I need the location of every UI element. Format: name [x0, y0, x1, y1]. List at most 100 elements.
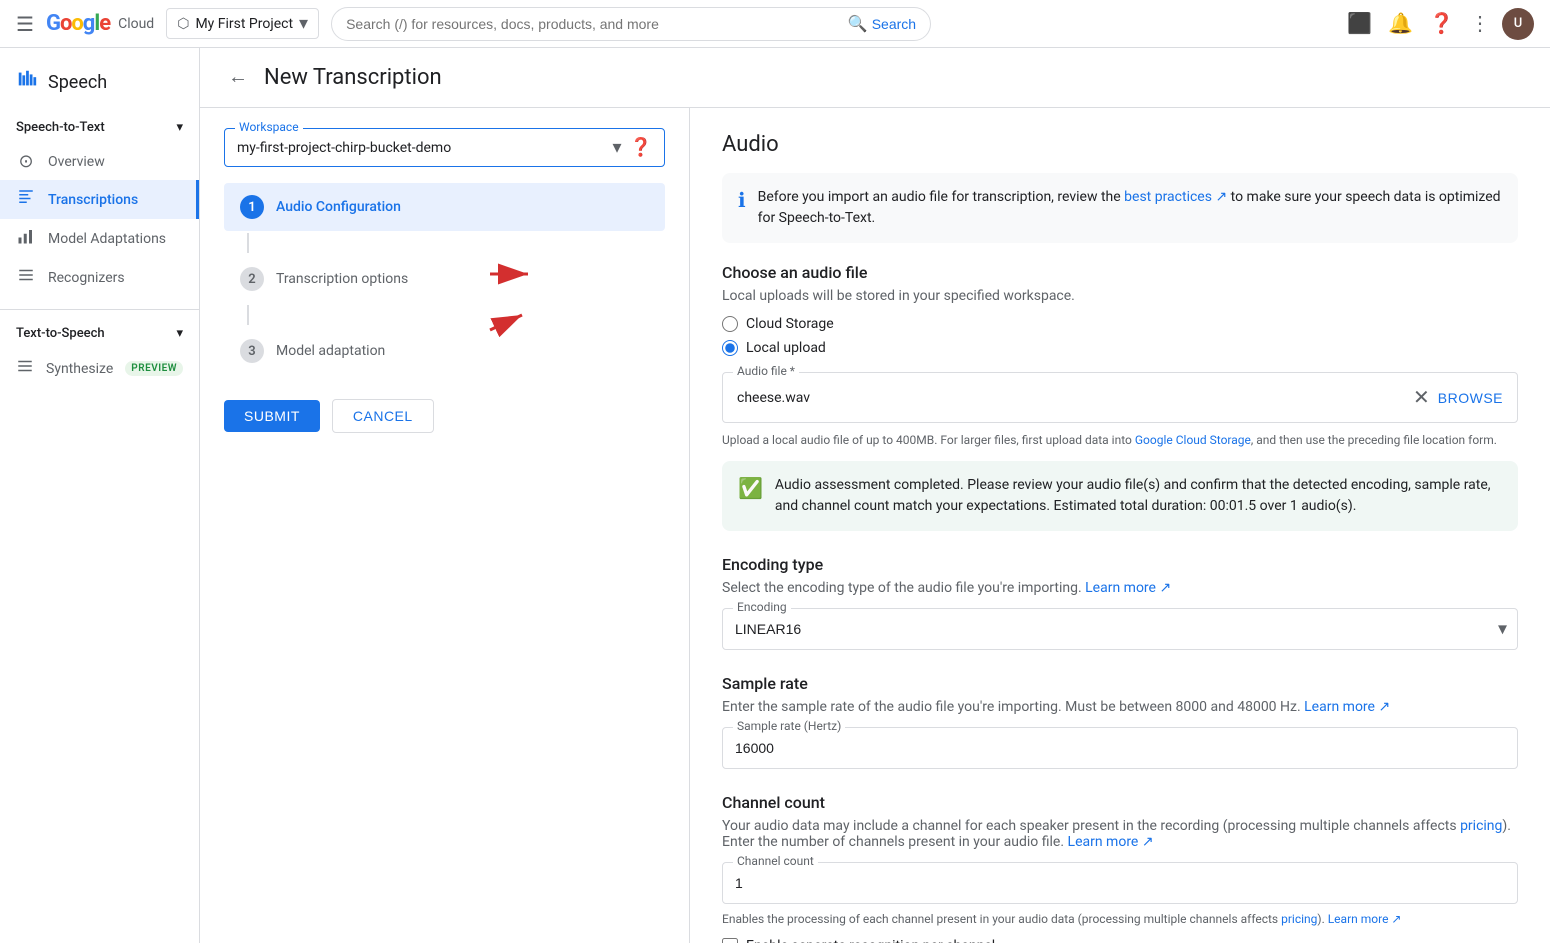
- sample-rate-section: Sample rate Enter the sample rate of the…: [722, 674, 1518, 769]
- model-adaptations-icon: [16, 227, 36, 250]
- submit-button[interactable]: SUBMIT: [224, 400, 320, 432]
- step-3[interactable]: 3 Model adaptation: [224, 327, 665, 375]
- sample-rate-learn-more-link[interactable]: Learn more ↗: [1304, 699, 1390, 715]
- project-selector[interactable]: ⬡ My First Project ▾: [166, 8, 319, 39]
- app-layout: Speech Speech-to-Text ▾ ⊙ Overview Trans…: [0, 48, 1550, 943]
- encoding-learn-more-link[interactable]: Learn more ↗: [1085, 580, 1171, 596]
- browse-button[interactable]: BROWSE: [1438, 390, 1503, 406]
- step-1-label: Audio Configuration: [276, 199, 401, 215]
- sidebar-item-overview[interactable]: ⊙ Overview: [0, 143, 199, 180]
- choose-audio-label: Choose an audio file: [722, 263, 1518, 282]
- step-1-number: 1: [240, 195, 264, 219]
- encoding-field-label: Encoding: [733, 600, 791, 614]
- separate-recognition-checkbox[interactable]: [722, 938, 738, 943]
- preview-badge: PREVIEW: [125, 361, 183, 376]
- workspace-actions: ▾ ❓: [613, 137, 652, 158]
- workspace-value: my-first-project-chirp-bucket-demo: [237, 140, 451, 156]
- encoding-select-wrapper: Encoding LINEAR16 FLAC MULAW AMR AMR_WB …: [722, 608, 1518, 650]
- content-columns: Workspace my-first-project-chirp-bucket-…: [200, 108, 1550, 943]
- page-header: ← New Transcription: [200, 48, 1550, 108]
- project-dropdown-icon: ▾: [299, 13, 308, 34]
- cancel-button[interactable]: CANCEL: [332, 399, 434, 433]
- success-banner: ✅ Audio assessment completed. Please rev…: [722, 461, 1518, 531]
- transcriptions-icon: [16, 188, 36, 211]
- processing-learn-more-link[interactable]: Learn more ↗: [1328, 912, 1402, 926]
- sidebar-item-transcriptions[interactable]: Transcriptions: [0, 180, 199, 219]
- workspace-dropdown-button[interactable]: ▾: [613, 137, 622, 158]
- step-2-label: Transcription options: [276, 271, 408, 287]
- clear-audio-button[interactable]: ✕: [1413, 385, 1430, 410]
- cloud-storage-option[interactable]: Cloud Storage: [722, 316, 1518, 332]
- project-name: My First Project: [195, 16, 293, 32]
- channel-count-learn-more-link[interactable]: Learn more ↗: [1068, 834, 1154, 850]
- pricing-link[interactable]: pricing: [1460, 818, 1502, 834]
- channel-processing-help: Enables the processing of each channel p…: [722, 910, 1518, 928]
- sidebar-item-label: Synthesize: [46, 361, 113, 377]
- text-to-speech-section: Text-to-Speech ▾ Synthesize PREVIEW: [0, 318, 199, 388]
- step-divider-1: [247, 233, 249, 253]
- notifications-button[interactable]: 🔔: [1384, 7, 1417, 40]
- channel-count-label: Channel count: [722, 793, 1518, 812]
- upload-hint: Upload a local audio file of up to 400MB…: [722, 431, 1518, 449]
- speech-to-text-header[interactable]: Speech-to-Text ▾: [0, 112, 199, 143]
- channel-count-section: Channel count Your audio data may includ…: [722, 793, 1518, 943]
- action-buttons: SUBMIT CANCEL: [224, 399, 665, 433]
- local-upload-option[interactable]: Local upload: [722, 340, 1518, 356]
- encoding-select[interactable]: LINEAR16 FLAC MULAW AMR AMR_WB OGG_OPUS: [723, 609, 1517, 649]
- audio-section-title: Audio: [722, 132, 1518, 157]
- cloud-text: Cloud: [118, 16, 154, 32]
- workspace-help-icon[interactable]: ❓: [630, 137, 652, 158]
- google-cloud-logo: Google Cloud: [46, 11, 154, 36]
- step-2[interactable]: 2 Transcription options: [224, 255, 665, 303]
- best-practices-link[interactable]: best practices ↗: [1124, 189, 1227, 205]
- audio-file-section: Audio file * cheese.wav ✕ BROWSE: [722, 372, 1518, 423]
- step-1[interactable]: 1 Audio Configuration: [224, 183, 665, 231]
- text-to-speech-header[interactable]: Text-to-Speech ▾: [0, 318, 199, 349]
- sidebar-item-label: Model Adaptations: [48, 231, 166, 247]
- channel-count-desc: Your audio data may include a channel fo…: [722, 818, 1518, 850]
- collapse-icon: ▾: [176, 120, 183, 135]
- sidebar-item-label: Recognizers: [48, 270, 125, 286]
- section-label: Speech-to-Text: [16, 120, 105, 135]
- choose-audio-desc: Local uploads will be stored in your spe…: [722, 288, 1518, 304]
- user-avatar[interactable]: U: [1502, 8, 1534, 40]
- workspace-label: Workspace: [235, 120, 303, 134]
- info-icon: ℹ: [738, 188, 746, 212]
- speech-to-text-section: Speech-to-Text ▾ ⊙ Overview Transcriptio…: [0, 112, 199, 297]
- cloud-storage-label: Cloud Storage: [746, 316, 834, 332]
- audio-file-input-row: cheese.wav ✕ BROWSE: [737, 385, 1503, 410]
- google-cloud-storage-link[interactable]: Google Cloud Storage: [1135, 433, 1251, 447]
- search-button[interactable]: 🔍 Search: [848, 14, 916, 34]
- local-upload-radio[interactable]: [722, 340, 738, 356]
- processing-pricing-link[interactable]: pricing: [1281, 912, 1317, 926]
- more-options-button[interactable]: ⋮: [1466, 7, 1494, 40]
- sidebar-item-recognizers[interactable]: Recognizers: [0, 258, 199, 297]
- search-input[interactable]: [346, 16, 840, 32]
- sidebar-item-label: Transcriptions: [48, 192, 138, 208]
- help-button[interactable]: ❓: [1425, 7, 1458, 40]
- terminal-button[interactable]: ⬛: [1343, 7, 1376, 40]
- sidebar: Speech Speech-to-Text ▾ ⊙ Overview Trans…: [0, 48, 200, 943]
- synthesize-icon: [16, 357, 34, 380]
- info-banner: ℹ Before you import an audio file for tr…: [722, 173, 1518, 243]
- sample-rate-input[interactable]: [723, 728, 1517, 768]
- cloud-storage-radio[interactable]: [722, 316, 738, 332]
- separate-recognition-label: Enable separate recognition per channel.: [746, 938, 999, 943]
- sample-rate-field-label: Sample rate (Hertz): [733, 719, 845, 733]
- sidebar-item-synthesize[interactable]: Synthesize PREVIEW: [0, 349, 199, 388]
- overview-icon: ⊙: [16, 151, 36, 172]
- search-bar: 🔍 Search: [331, 7, 931, 41]
- top-navigation: ☰ Google Cloud ⬡ My First Project ▾ 🔍 Se…: [0, 0, 1550, 48]
- app-header: Speech: [0, 60, 199, 112]
- local-upload-label: Local upload: [746, 340, 826, 356]
- steps-list: 1 Audio Configuration 2 Transcription op…: [224, 183, 665, 375]
- menu-icon[interactable]: ☰: [16, 12, 34, 36]
- channel-count-input-wrapper: Channel count: [722, 862, 1518, 904]
- channel-count-input[interactable]: [723, 863, 1517, 903]
- back-button[interactable]: ←: [224, 62, 252, 93]
- sidebar-item-model-adaptations[interactable]: Model Adaptations: [0, 219, 199, 258]
- speech-icon: [16, 68, 38, 96]
- audio-source-radio-group: Cloud Storage Local upload: [722, 316, 1518, 356]
- audio-file-value: cheese.wav: [737, 390, 1405, 406]
- right-panel: Audio ℹ Before you import an audio file …: [690, 108, 1550, 943]
